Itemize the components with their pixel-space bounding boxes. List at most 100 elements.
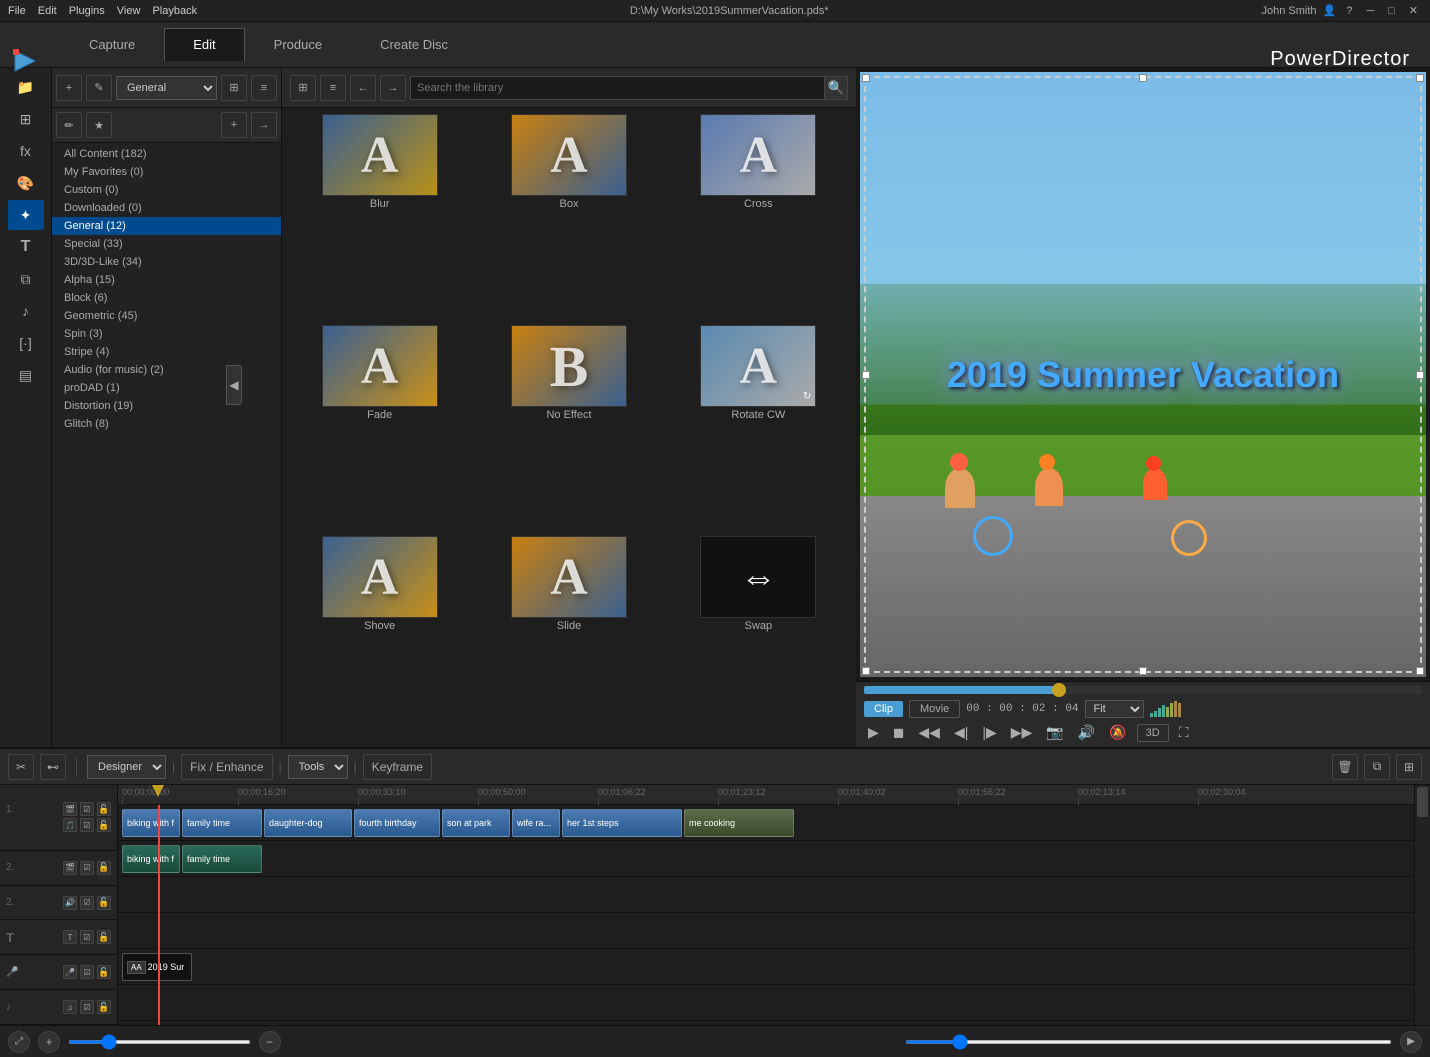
lib-category-14[interactable]: Distortion (19) [52, 397, 281, 415]
track-checkbox-mic[interactable]: ☑ [80, 965, 94, 979]
lib-category-9[interactable]: Geometric (45) [52, 307, 281, 325]
playback-bar[interactable] [864, 686, 1422, 694]
track-checkbox-1v[interactable]: ☑ [80, 802, 94, 816]
lib-category-10[interactable]: Spin (3) [52, 325, 281, 343]
grid-view-btn[interactable]: ⊞ [290, 75, 316, 101]
tools-dropdown[interactable]: Tools [288, 755, 348, 779]
lib-category-7[interactable]: Alpha (15) [52, 271, 281, 289]
tl-copy-btn[interactable]: ⧉ [1364, 754, 1390, 780]
transition-no-effect[interactable]: B No Effect [475, 323, 662, 532]
movie-btn[interactable]: Movie [909, 700, 960, 718]
clip-daughter-dog[interactable]: daughter-dog [264, 809, 352, 837]
clip-fourth-birthday[interactable]: fourth birthday [354, 809, 440, 837]
transition-fade[interactable]: A Fade [286, 323, 473, 532]
playback-thumb[interactable] [1052, 683, 1066, 697]
scroll-right-btn[interactable]: ▶ [1400, 1031, 1422, 1053]
lib-add-btn[interactable]: + [56, 75, 82, 101]
lib-tab-star[interactable]: ★ [86, 112, 112, 138]
fix-enhance-btn[interactable]: Fix / Enhance [181, 754, 272, 780]
lib-tab-add2[interactable]: + [221, 112, 247, 138]
tl-split-btn[interactable]: ✂ [8, 754, 34, 780]
pip-btn[interactable]: ⧉ [8, 264, 44, 294]
track-lock-music[interactable]: 🔓 [97, 1000, 111, 1014]
track-lock-2a[interactable]: 🔓 [97, 896, 111, 910]
lib-grid-view-btn[interactable]: ⊞ [221, 75, 247, 101]
track-text-icon[interactable]: T [63, 930, 77, 944]
lib-category-13[interactable]: proDAD (1) [52, 379, 281, 397]
lib-category-dropdown[interactable]: General [116, 76, 217, 100]
zoom-in-btn[interactable]: + [38, 1031, 60, 1053]
color-grading-btn[interactable]: 🎨 [8, 168, 44, 198]
lib-category-5[interactable]: Special (33) [52, 235, 281, 253]
rewind-btn[interactable]: ◀◀ [914, 722, 944, 743]
lib-list-view-btn[interactable]: ≡ [251, 75, 277, 101]
clip-wife[interactable]: wife ra... [512, 809, 560, 837]
zoom-out-btn[interactable]: − [259, 1031, 281, 1053]
tab-capture[interactable]: Capture [60, 28, 164, 61]
next-btn[interactable]: → [380, 75, 406, 101]
track-audio-icon-1[interactable]: 🎵 [63, 818, 77, 832]
clip-biking-audio[interactable]: biking with f [122, 845, 180, 873]
track-music-icon[interactable]: ♫ [63, 1000, 77, 1014]
next-frame-btn[interactable]: |▶ [978, 722, 1000, 743]
search-input[interactable] [410, 76, 824, 100]
track-checkbox-1a[interactable]: ☑ [80, 818, 94, 832]
keyframe-btn[interactable]: Keyframe [363, 754, 432, 780]
lib-tab-pen[interactable]: ✏ [56, 112, 82, 138]
transition-blur[interactable]: A Blur [286, 112, 473, 321]
close-btn[interactable]: ✕ [1405, 4, 1422, 17]
audio-btn[interactable]: ♪ [8, 296, 44, 326]
track-video-icon-1[interactable]: 🎬 [63, 802, 77, 816]
lib-category-3[interactable]: Downloaded (0) [52, 199, 281, 217]
track-mic-icon[interactable]: 🎤 [63, 965, 77, 979]
track-audio-icon-2[interactable]: 🔊 [63, 896, 77, 910]
track-lock-2v[interactable]: 🔓 [97, 861, 111, 875]
track-lock-1a[interactable]: 🔓 [97, 818, 111, 832]
track-lock-t[interactable]: 🔓 [97, 930, 111, 944]
prev-frame-btn[interactable]: ◀| [950, 722, 972, 743]
prev-btn[interactable]: ← [350, 75, 376, 101]
clip-family-audio[interactable]: family time [182, 845, 262, 873]
audio-btn2[interactable]: 🔊 [1074, 722, 1099, 743]
snapshot-btn[interactable]: 📷 [1042, 722, 1067, 743]
lib-remove-btn[interactable]: ✎ [86, 75, 112, 101]
menu-playback[interactable]: Playback [152, 5, 197, 17]
panel-collapse-btn[interactable]: ◀ [226, 365, 242, 405]
transition-cross[interactable]: A Cross [665, 112, 852, 321]
track-checkbox-music[interactable]: ☑ [80, 1000, 94, 1014]
search-btn[interactable]: 🔍 [824, 76, 848, 100]
clip-son-at-park[interactable]: son at park [442, 809, 510, 837]
effect-3d-btn[interactable]: 3D [1137, 724, 1169, 742]
clip-btn[interactable]: Clip [864, 701, 903, 717]
list-view-btn[interactable]: ≡ [320, 75, 346, 101]
play-btn[interactable]: ▶ [864, 722, 883, 743]
transition-slide[interactable]: A Slide [475, 534, 662, 743]
subtitle-btn[interactable]: ▤ [8, 360, 44, 390]
transitions-btn[interactable]: ✦ [8, 200, 44, 230]
fast-forward-btn[interactable]: ▶▶ [1007, 722, 1037, 743]
tl-delete-btn[interactable]: 🗑 [1332, 754, 1358, 780]
clip-biking[interactable]: biking with f [122, 809, 180, 837]
track-checkbox-t[interactable]: ☑ [80, 930, 94, 944]
effects-btn[interactable]: fx [8, 136, 44, 166]
stop-btn[interactable]: ◼ [889, 722, 909, 743]
designer-dropdown[interactable]: Designer [87, 755, 166, 779]
mute-btn[interactable]: 🔕 [1105, 722, 1130, 743]
help-btn[interactable]: ? [1342, 5, 1356, 17]
transition-box[interactable]: A Box [475, 112, 662, 321]
track-lock-mic[interactable]: 🔓 [97, 965, 111, 979]
track-video-icon-2[interactable]: 🎬 [63, 861, 77, 875]
lib-category-6[interactable]: 3D/3D-Like (34) [52, 253, 281, 271]
titles-btn[interactable]: T [8, 232, 44, 262]
clip-her-1st-steps[interactable]: her 1st steps [562, 809, 682, 837]
menu-file[interactable]: File [8, 5, 26, 17]
transition-shove[interactable]: A Shove [286, 534, 473, 743]
timeline-hscroll[interactable] [905, 1040, 1392, 1044]
track-checkbox-2a[interactable]: ☑ [80, 896, 94, 910]
zoom-fit-btn[interactable]: ⤢ [8, 1031, 30, 1053]
timeline-btn[interactable]: ⊞ [8, 104, 44, 134]
track-lock-1v[interactable]: 🔓 [97, 802, 111, 816]
track-checkbox-2v[interactable]: ☑ [80, 861, 94, 875]
lib-category-1[interactable]: My Favorites (0) [52, 163, 281, 181]
menu-view[interactable]: View [117, 5, 141, 17]
